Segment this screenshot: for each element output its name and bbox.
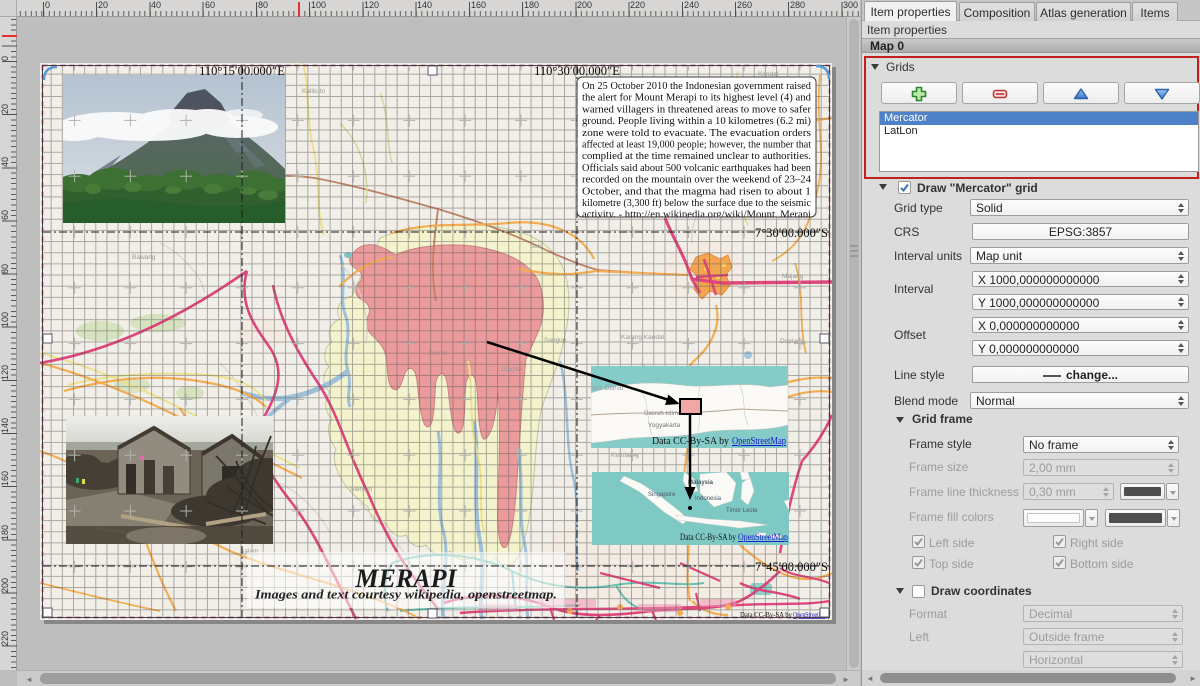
svg-text:Indonesia: Indonesia [695,496,722,502]
svg-text:OpenStreetMap: OpenStreetMap [738,533,788,543]
svg-text:Yogyakarta: Yogyakarta [648,422,681,429]
svg-text:Officials said about 500 volca: Officials said about 500 volcanic earthq… [582,162,812,174]
svg-text:recorded on the mountain over: recorded on the mountain over the weeken… [582,174,812,186]
svg-text:complied at the time remained: complied at the time remained unclear to… [582,150,811,162]
svg-text:On 25 October 2010 the Indones: On 25 October 2010 the Indonesian govern… [582,80,812,92]
svg-text:Data CC-By-SA by: Data CC-By-SA by [680,533,736,543]
svg-text:ground. People living within a: ground. People living within a 10 kilome… [582,115,811,127]
svg-text:7°45′00.000″S: 7°45′00.000″S [755,560,828,574]
svg-text:kilometre (3,300 ft) below the: kilometre (3,300 ft) below the surface d… [582,197,811,209]
svg-text:zone were told to evacuate. Th: zone were told to evacuate. The evacuati… [582,127,811,139]
svg-text:Images and text courtesy wikip: Images and text courtesy wikipedia, open… [254,587,557,602]
svg-text:7°30′00.000″S: 7°30′00.000″S [755,226,828,240]
svg-text:October, and that the magma ha: October, and that the magma had risen to… [582,185,811,197]
svg-text:the alert for Mount Merapi to: the alert for Mount Merapi to its highes… [582,92,812,104]
svg-text:warned villagers in threatened: warned villagers in threatened areas to … [582,103,811,115]
svg-text:Singapore: Singapore [648,492,676,498]
svg-text:affected at least 19,000 peopl: affected at least 19,000 people; however… [582,139,811,151]
svg-text:Malaysia: Malaysia [688,480,714,486]
svg-text:Timor Leste: Timor Leste [726,508,758,514]
svg-text:OpenStreetMap: OpenStreetMap [732,436,786,447]
